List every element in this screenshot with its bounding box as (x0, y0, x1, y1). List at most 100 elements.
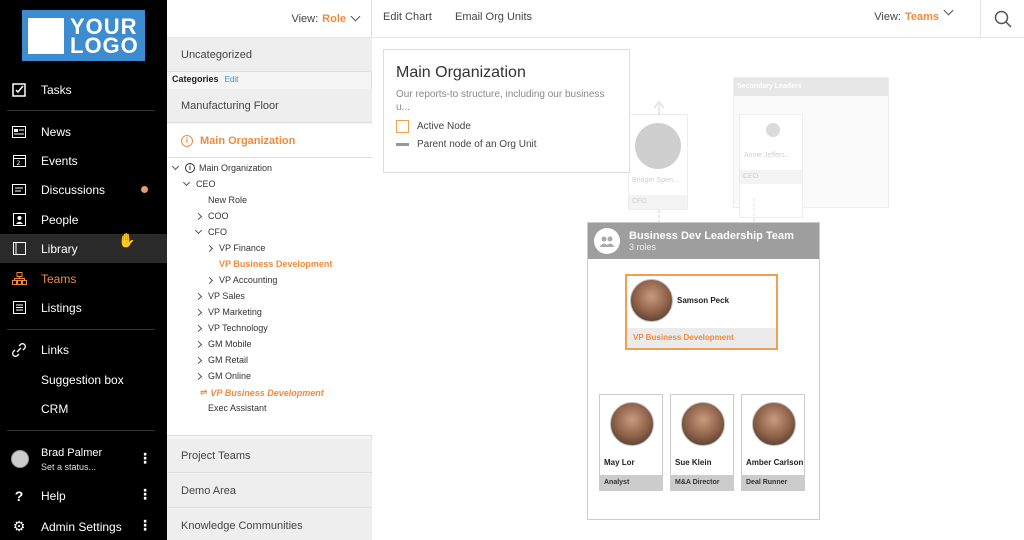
sidebar-item-label: Library (41, 241, 78, 256)
admin-menu-icon[interactable]: ⋮ (138, 517, 152, 534)
tree-item[interactable]: Exec Assistant (208, 403, 267, 413)
role-node[interactable]: Amber Carlson Deal Runner (741, 394, 805, 491)
person-name: Sue Klein (675, 458, 712, 467)
chevron-right-icon (194, 372, 203, 380)
sidebar-item-label: Discussions (41, 182, 106, 197)
help-menu-icon[interactable]: ⋮ (138, 486, 152, 503)
tree-item[interactable]: GM Online (194, 371, 251, 381)
chevron-down-icon (182, 178, 191, 187)
gear-icon: ⚙ (12, 518, 26, 534)
notification-dot (141, 186, 148, 193)
active-node-swatch (396, 120, 409, 133)
logo-text: YOUR LOGO (70, 13, 139, 58)
tree-item[interactable]: VP Accounting (205, 275, 277, 285)
ghost-node-cfo[interactable]: Bridger Spen... CFO (628, 114, 688, 210)
search-button[interactable] (980, 0, 1024, 38)
user-status[interactable]: Set a status... (41, 462, 102, 472)
view-label: View: (874, 11, 901, 23)
sidebar-item-label: Help (41, 488, 66, 503)
categories-header: Categories Edit (172, 74, 238, 84)
category-label: Knowledge Communities (181, 519, 303, 532)
sidebar-item-news[interactable]: News (0, 117, 167, 146)
toolbar: Edit Chart Email Org Units View: Teams (372, 0, 1024, 38)
sidebar-item-teams[interactable]: Teams (0, 264, 167, 293)
tree-item[interactable]: VP Finance (205, 243, 265, 253)
chevron-right-icon (205, 276, 214, 284)
sidebar-item-links[interactable]: Links (0, 335, 167, 364)
avatar (766, 123, 780, 137)
tree-item[interactable]: GM Retail (194, 355, 248, 365)
email-org-units-button[interactable]: Email Org Units (455, 11, 532, 23)
parent-node-swatch (396, 143, 409, 146)
chevron-right-icon (194, 324, 203, 332)
category-knowledge-communities[interactable]: Knowledge Communities (167, 509, 372, 540)
sidebar-item-label: Events (41, 153, 78, 168)
user-menu-icon[interactable]: ⋮ (138, 450, 152, 467)
view-teams-dropdown[interactable]: View: Teams (874, 5, 954, 23)
ghost-name: Bridger Spen... (632, 177, 679, 184)
category-demo-area[interactable]: Demo Area (167, 474, 372, 508)
tree-item[interactable]: COO (194, 211, 229, 221)
sidebar: YOUR LOGO Tasks News 2 Events Discussion… (0, 0, 167, 540)
chevron-down-icon (350, 11, 361, 22)
legend-parent-node: Parent node of an Org Unit (396, 139, 617, 150)
tree-item[interactable]: VP Technology (194, 323, 268, 333)
sidebar-item-listings[interactable]: Listings (0, 293, 167, 322)
chevron-right-icon (194, 292, 203, 300)
team-icon (594, 228, 620, 254)
category-project-teams[interactable]: Project Teams (167, 439, 372, 473)
categories-panel: View: Role Uncategorized Categories Edit … (167, 0, 372, 540)
view-role-dropdown[interactable]: View: Role (167, 0, 371, 38)
tree-item[interactable]: CEO (182, 178, 216, 189)
tree-item-selected[interactable]: VP Business Development (219, 259, 332, 269)
tree-item[interactable]: GM Mobile (194, 339, 252, 349)
edit-chart-button[interactable]: Edit Chart (383, 11, 432, 23)
tree-item[interactable]: i Main Organization (171, 162, 272, 173)
role-title: Deal Runner (742, 475, 804, 490)
person-name: Amber Carlson (746, 458, 804, 467)
category-uncategorized[interactable]: Uncategorized (167, 38, 372, 72)
tree-item[interactable]: VP Marketing (194, 307, 262, 317)
divider (7, 329, 155, 330)
ghost-name: Annie Jeffers... (744, 152, 791, 159)
org-chart-icon (11, 271, 27, 287)
view-label: View: (291, 12, 319, 25)
help-icon: ? (14, 487, 24, 504)
chevron-down-icon (194, 226, 203, 235)
logo[interactable]: YOUR LOGO (22, 10, 145, 61)
category-main-organization[interactable]: i Main Organization (167, 124, 372, 158)
tree-item[interactable]: CFO (194, 226, 227, 237)
divider (7, 110, 155, 111)
avatar (610, 402, 654, 446)
sidebar-item-library[interactable]: Library ✋ (0, 232, 167, 263)
sidebar-item-events[interactable]: 2 Events (0, 146, 167, 175)
tree-item[interactable]: VP Sales (194, 291, 245, 301)
view-value: Role (322, 12, 346, 25)
role-node[interactable]: Sue Klein M&A Director (670, 394, 734, 491)
team-link-icon: ⇌ (200, 387, 208, 397)
ghost-team-secondary-leaders[interactable]: Secondary Leaders Annie Jeffers... CEO (733, 77, 889, 218)
view-value: Teams (904, 11, 939, 23)
ghost-role: CFO (629, 195, 687, 209)
role-node-lead[interactable]: Samson Peck VP Business Development (625, 274, 778, 350)
sidebar-item-people[interactable]: People (0, 205, 167, 234)
sidebar-item-label: Teams (41, 271, 77, 286)
role-node[interactable]: May Lor Analyst (599, 394, 663, 491)
org-tree: i Main Organization CEO New Role COO CFO … (167, 158, 372, 436)
sidebar-item-crm[interactable]: CRM (0, 394, 167, 423)
ghost-role: CEO (740, 170, 802, 184)
tree-item-team[interactable]: ⇌ VP Business Development (200, 387, 324, 398)
ghost-node-ceo[interactable]: Annie Jeffers... CEO (739, 114, 803, 218)
category-manufacturing-floor[interactable]: Manufacturing Floor (167, 89, 372, 123)
tree-item[interactable]: New Role (208, 195, 247, 205)
team-header[interactable]: Business Dev Leadership Team 3 roles (588, 223, 819, 259)
categories-edit-link[interactable]: Edit (225, 75, 239, 84)
sidebar-item-suggestion-box[interactable]: Suggestion box (0, 365, 167, 394)
avatar (752, 402, 796, 446)
legend-title: Main Organization (396, 64, 526, 81)
chevron-right-icon (194, 356, 203, 364)
org-chart-canvas[interactable]: Bridger Spen... CFO Secondary Leaders An… (372, 38, 1024, 540)
sidebar-item-label: Admin Settings (41, 519, 122, 534)
sidebar-item-tasks[interactable]: Tasks (0, 75, 167, 104)
info-icon: i (185, 163, 195, 173)
